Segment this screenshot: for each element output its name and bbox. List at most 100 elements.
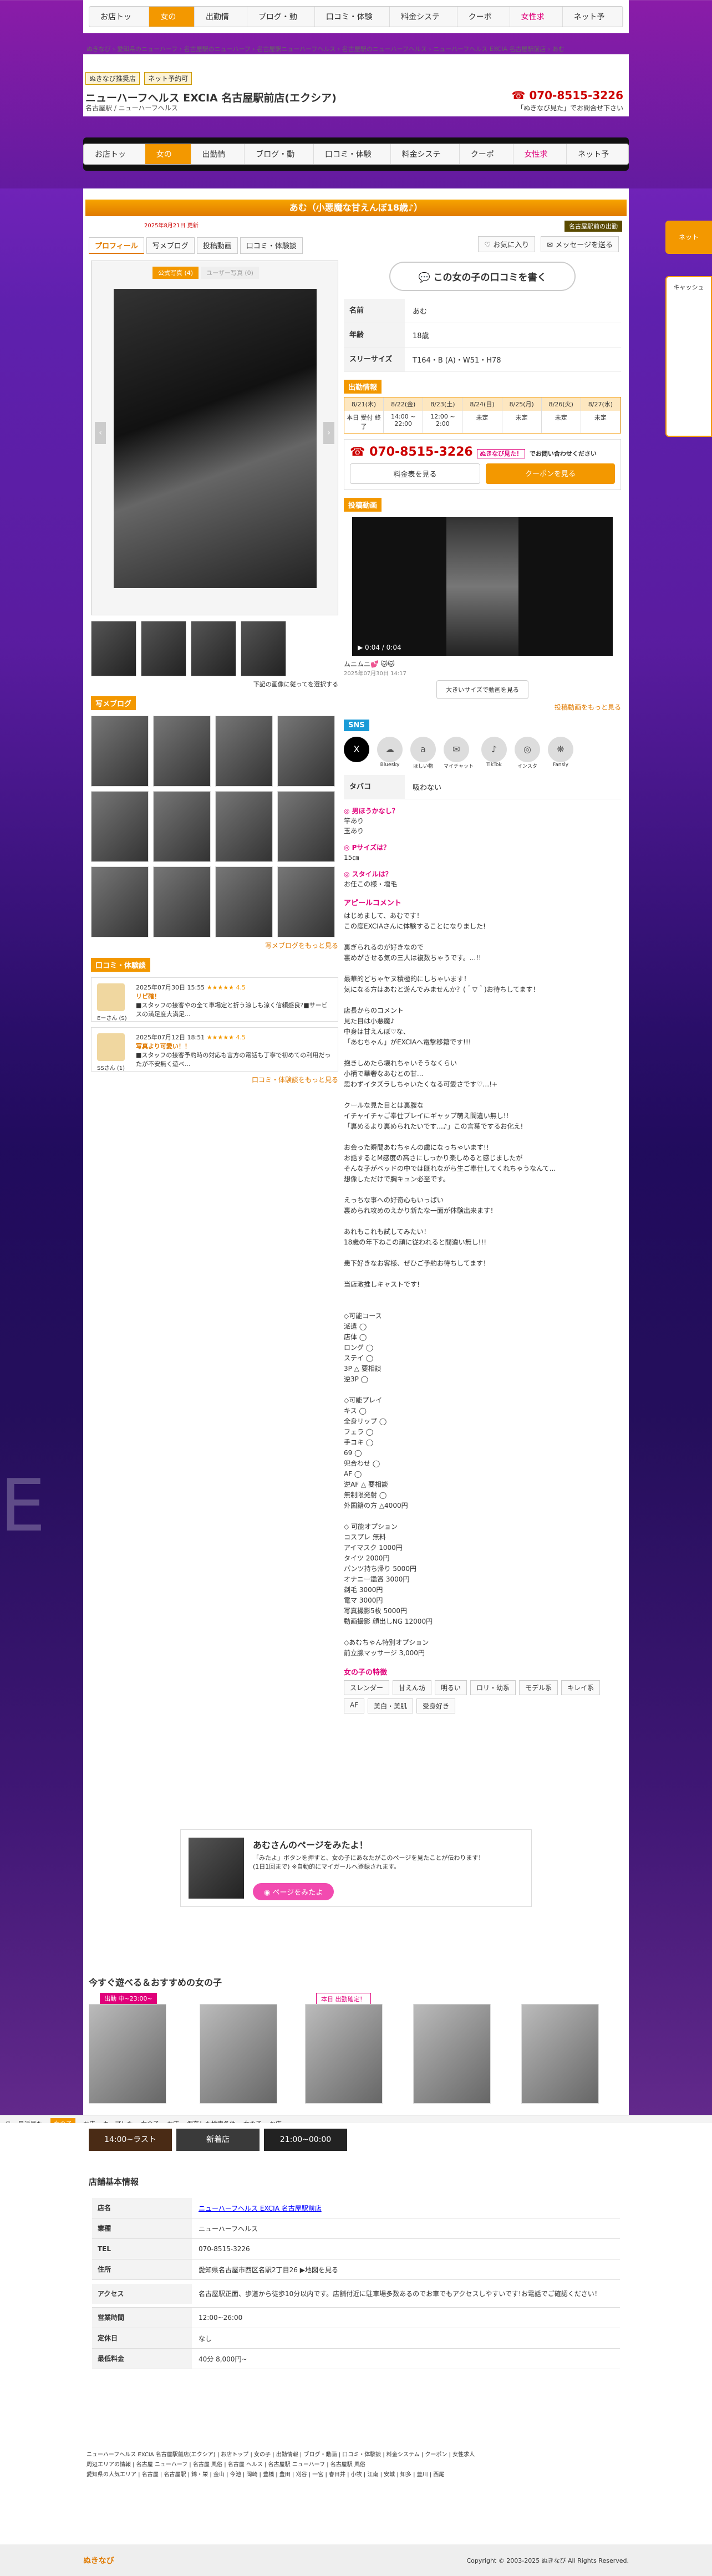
nav-schedule[interactable]: 出勤情報: [191, 144, 245, 164]
photo-thumbnail[interactable]: [91, 621, 136, 676]
video-more-link[interactable]: 投稿動画をもっと見る: [344, 702, 621, 712]
coupon-button[interactable]: クーポンを見る: [486, 463, 615, 484]
photo-thumbnail[interactable]: [241, 621, 286, 676]
blog-thumbnail[interactable]: [153, 716, 211, 787]
feature-tag[interactable]: モデル系: [519, 1680, 558, 1695]
sns-label: Bluesky: [380, 762, 400, 768]
photo-tab-official[interactable]: 公式写真 (4): [152, 267, 199, 279]
shopinfo-table: 店名 ニューハーフヘルス EXCIA 名古屋駅前店 業種 ニューハーフヘルス TEL…: [92, 2198, 620, 2369]
review-item[interactable]: 2025年07月12日 18:51 ★★★★★ 4.5 写真より可愛い！！ ■ス…: [91, 1027, 338, 1072]
photo-thumbnail[interactable]: [191, 621, 236, 676]
blog-thumbnail[interactable]: [277, 716, 335, 787]
shop-badge: ネット予約可: [144, 72, 192, 85]
contact-tel[interactable]: ☎ 070-8515-3226 ぬきなび見た！ でお問い合わせください: [350, 445, 615, 459]
schedule-time: 未定: [581, 411, 621, 433]
top-nav: お店トップ 女の子 出勤情報 ブログ・動画 口コミ・体験談 料金システム クーポ…: [83, 0, 629, 33]
feature-tag[interactable]: 甘えん坊: [393, 1680, 432, 1695]
blog-thumbnail[interactable]: [215, 866, 273, 937]
blog-thumbnail[interactable]: [277, 866, 335, 937]
nav-blog[interactable]: ブログ・動画: [247, 7, 315, 27]
blog-thumbnail[interactable]: [215, 716, 273, 787]
feature-tag[interactable]: スレンダー: [344, 1680, 390, 1695]
nav-reviews[interactable]: 口コミ・体験談: [313, 144, 391, 164]
nav-girls[interactable]: 女の子: [149, 7, 195, 27]
nav-blog[interactable]: ブログ・動画: [245, 144, 314, 164]
blog-thumbnail[interactable]: [153, 866, 211, 937]
info-value[interactable]: 愛知県名古屋市西区名駅2丁目26 ▶地図を見る: [192, 2265, 338, 2274]
nav-schedule[interactable]: 出勤情報: [194, 7, 247, 27]
feature-tag[interactable]: キレイ系: [561, 1680, 601, 1695]
info-value[interactable]: ニューハーフヘルス EXCIA 名古屋駅前店: [192, 2203, 322, 2213]
large-video-button[interactable]: 大きいサイズで動画を見る: [436, 680, 528, 699]
feature-tag[interactable]: AF: [344, 1698, 365, 1713]
blog-more-link[interactable]: 写メブログをもっと見る: [91, 941, 338, 950]
wishlist-icon: a: [410, 737, 436, 762]
price-button[interactable]: 料金表を見る: [350, 463, 480, 484]
girl-card[interactable]: [89, 2004, 166, 2104]
feature-tag[interactable]: 美白・美肌: [368, 1698, 414, 1713]
nav-recruit[interactable]: 女性求人: [510, 7, 563, 27]
tab-profile[interactable]: プロフィール: [89, 237, 144, 254]
play-icon[interactable]: ▶: [358, 644, 365, 651]
mita-button[interactable]: ◉ ページをみたよ: [253, 1883, 334, 1900]
blog-thumbnail[interactable]: [91, 791, 149, 862]
tab-video[interactable]: 投稿動画: [196, 237, 238, 254]
footer-logo[interactable]: ぬきなび: [83, 2555, 114, 2566]
schedule-day: 8/26(火): [541, 397, 581, 411]
message-button[interactable]: ✉ メッセージを送る: [541, 236, 619, 252]
girl-card[interactable]: [413, 2004, 491, 2104]
feature-tag[interactable]: ロリ・幼系: [470, 1680, 516, 1695]
shop-name[interactable]: ニューハーフヘルス EXCIA 名古屋駅前店(エクシア): [85, 90, 337, 105]
blog-thumbnail[interactable]: [153, 791, 211, 862]
nav-girls[interactable]: 女の子: [145, 144, 191, 164]
schedule-time: 未定: [502, 411, 542, 433]
nav-coupon[interactable]: クーポン: [459, 144, 513, 164]
nav-shop-top[interactable]: お店トップ: [89, 7, 150, 27]
sns-label: インスタ: [517, 764, 537, 769]
qa-item: ◎ 男ほうかなし？ 竿あり 玉あり: [344, 806, 621, 836]
nav-shop-top[interactable]: お店トップ: [84, 144, 145, 164]
info-value[interactable]: 070-8515-3226: [192, 2245, 250, 2253]
side-net-button[interactable]: ネット: [665, 221, 712, 254]
tab-blog[interactable]: 写メブログ: [146, 237, 195, 254]
main-photo[interactable]: [114, 289, 317, 588]
girl-card-time: 14:00~ラスト: [89, 2129, 172, 2151]
instagram-icon: ◎: [514, 737, 540, 762]
nav-price[interactable]: 料金システム: [390, 144, 460, 164]
girl-card[interactable]: [521, 2004, 599, 2104]
favorite-button[interactable]: ♡ お気に入り: [478, 236, 536, 252]
side-cash-banner[interactable]: キャッシュ: [665, 276, 712, 437]
girl-card[interactable]: [200, 2004, 277, 2104]
footer-links[interactable]: ニューハーフヘルス EXCIA 名古屋駅前店(エクシア) | お店トップ | 女…: [87, 2450, 625, 2480]
photo-thumbnail[interactable]: [141, 621, 186, 676]
blog-thumbnail[interactable]: [91, 866, 149, 937]
review-user: Eーさん (S): [97, 1016, 127, 1022]
breadcrumb[interactable]: ぬきなび › 愛知県のニューハーフ › 名古屋駅のニューハーフ › 名古屋駅ニュ…: [87, 44, 564, 53]
nav-recruit[interactable]: 女性求人: [513, 144, 567, 164]
schedule-time: 未定: [462, 411, 502, 433]
shop-header: ぬきなび推奨店 ネット予約可 ニューハーフヘルス EXCIA 名古屋駅前店(エク…: [83, 54, 629, 116]
blog-thumbnail[interactable]: [277, 791, 335, 862]
next-arrow-icon[interactable]: ›: [323, 422, 334, 444]
nav-price[interactable]: 料金システム: [390, 7, 457, 27]
shop-tel[interactable]: ☎ 070-8515-3226: [511, 89, 623, 102]
tab-reviews[interactable]: 口コミ・体験談: [240, 237, 303, 254]
blog-thumbnail[interactable]: [91, 716, 149, 787]
video-player[interactable]: ▶ 0:04 / 0:04: [352, 517, 613, 656]
prev-arrow-icon[interactable]: ‹: [95, 422, 106, 444]
feature-tag[interactable]: 受身好き: [416, 1698, 456, 1713]
nav-reserve[interactable]: ネット予約: [562, 7, 623, 27]
girl-thumbnail: [189, 1838, 244, 1899]
blog-thumbnail[interactable]: [215, 791, 273, 862]
nav-reserve[interactable]: ネット予約: [567, 144, 628, 164]
photo-tab-user[interactable]: ユーザー写真 (0): [201, 267, 259, 279]
write-review-button[interactable]: 💬 この女の子の口コミを書く: [389, 262, 576, 291]
feature-tag[interactable]: 明るい: [435, 1680, 467, 1695]
nav-reviews[interactable]: 口コミ・体験談: [314, 7, 390, 27]
info-value: 12:00~26:00: [199, 2314, 243, 2322]
reviews-more-link[interactable]: 口コミ・体験談をもっと見る: [91, 1075, 338, 1084]
nav-coupon[interactable]: クーポン: [457, 7, 510, 27]
girl-card[interactable]: [305, 2004, 383, 2104]
x-icon[interactable]: X: [344, 737, 369, 762]
review-item[interactable]: 2025年07月30日 15:55 ★★★★★ 4.5 リピ確！ ■スタッフの接…: [91, 977, 338, 1022]
